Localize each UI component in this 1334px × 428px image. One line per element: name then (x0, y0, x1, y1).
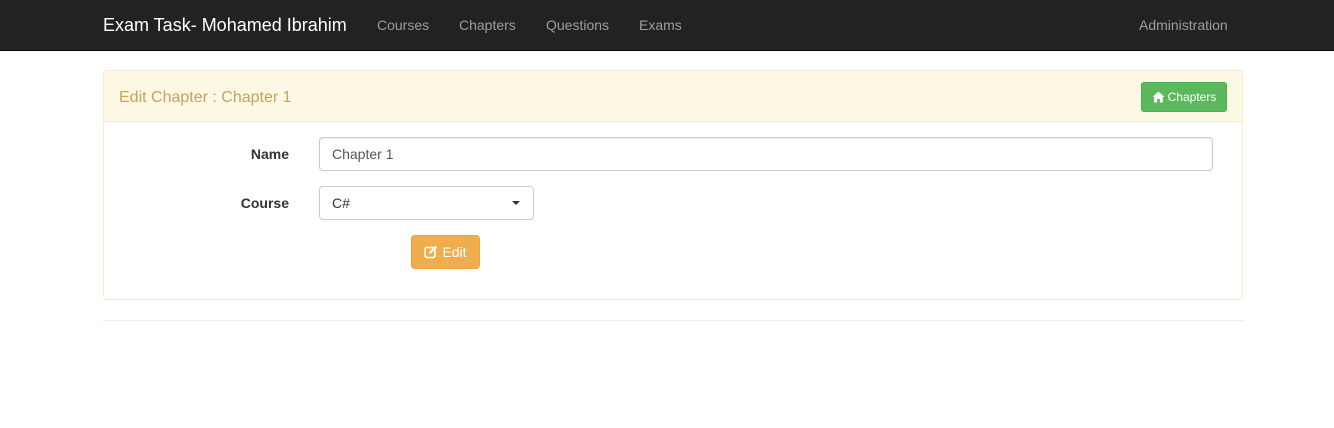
edit-button-label: Edit (442, 244, 467, 260)
panel-heading: Edit Chapter : Chapter 1 Chapters (104, 71, 1242, 122)
edit-icon-svg (424, 245, 438, 259)
nav-chapters-link[interactable]: Chapters (459, 16, 516, 34)
nav-courses-link[interactable]: Courses (377, 16, 429, 34)
top-navbar: Exam Task- Mohamed Ibrahim Courses Chapt… (0, 0, 1334, 51)
edit-icon (424, 245, 438, 259)
course-select-value: C# (332, 195, 350, 211)
panel-title: Edit Chapter : Chapter 1 (119, 89, 292, 106)
name-input[interactable] (319, 137, 1213, 171)
course-select[interactable]: C# (319, 186, 534, 220)
chevron-down-icon (512, 201, 520, 205)
edit-button[interactable]: Edit (411, 235, 480, 269)
footer-divider (103, 320, 1243, 321)
home-icon (1152, 91, 1165, 103)
chapters-button-label: Chapters (1167, 90, 1217, 104)
nav-administration-link[interactable]: Administration (1139, 16, 1228, 34)
chapters-button[interactable]: Chapters (1141, 82, 1227, 112)
home-icon-svg (1152, 91, 1165, 103)
brand-link[interactable]: Exam Task- Mohamed Ibrahim (103, 14, 347, 36)
edit-chapter-panel: Edit Chapter : Chapter 1 Chapters Name C… (103, 70, 1243, 300)
nav-exams-link[interactable]: Exams (639, 16, 682, 34)
course-label: Course (240, 195, 289, 211)
name-label: Name (250, 146, 289, 162)
nav-questions-link[interactable]: Questions (546, 16, 609, 34)
